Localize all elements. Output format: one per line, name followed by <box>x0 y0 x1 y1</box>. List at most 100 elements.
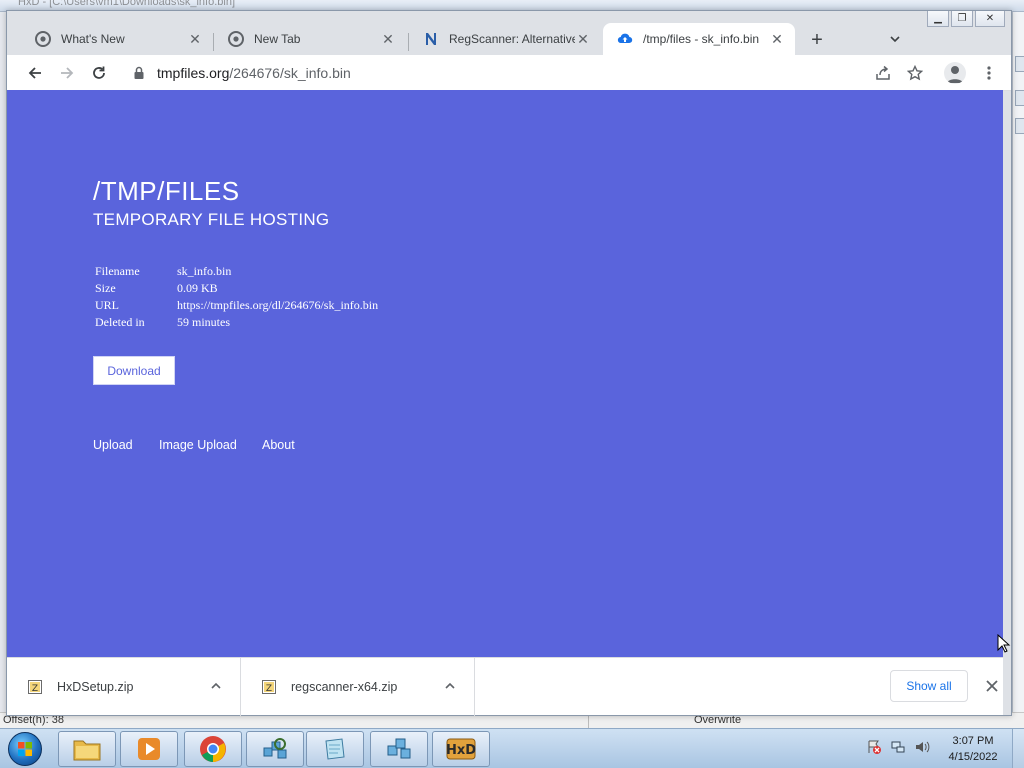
system-tray <box>866 739 930 760</box>
chrome-icon <box>228 31 244 47</box>
chrome-icon <box>35 31 51 47</box>
tab-title: What's New <box>61 32 125 46</box>
network-icon[interactable] <box>890 739 906 760</box>
show-all-button[interactable]: Show all <box>890 670 968 702</box>
clock-time: 3:07 PM <box>952 735 994 747</box>
url-host: tmpfiles.org <box>157 65 230 81</box>
taskbar-explorer[interactable] <box>58 731 116 767</box>
taskbar-notepad[interactable] <box>306 731 364 767</box>
profile-button[interactable] <box>943 61 967 85</box>
chevron-up-icon[interactable] <box>204 680 228 695</box>
background-toolbar-stub <box>1015 56 1024 72</box>
forward-arrow-icon <box>61 67 74 79</box>
table-row: Deleted in 59 minutes <box>95 314 378 331</box>
tab-close-icon[interactable]: ✕ <box>575 31 591 48</box>
tab-close-icon[interactable]: ✕ <box>187 31 203 48</box>
background-window-right-edge <box>1012 12 1024 718</box>
tab-title: /tmp/files - sk_info.bin <box>643 32 760 46</box>
show-desktop-button[interactable] <box>1012 729 1024 768</box>
close-shelf-button[interactable] <box>981 675 1003 697</box>
file-url-value[interactable]: https://tmpfiles.org/dl/264676/sk_info.b… <box>177 297 378 314</box>
svg-text:Z: Z <box>266 684 272 694</box>
page-title: /TMP/FILES <box>93 176 240 206</box>
file-info-key: Deleted in <box>95 315 145 329</box>
taskbar-media-player[interactable] <box>120 731 178 767</box>
file-info-table: Filename sk_info.bin Size 0.09 KB URL ht… <box>95 263 378 331</box>
tab-tmpfiles[interactable]: /tmp/files - sk_info.bin ✕ <box>603 23 795 55</box>
nav-link-upload[interactable]: Upload <box>93 438 133 452</box>
close-icon <box>986 680 998 692</box>
lock-icon <box>134 66 144 79</box>
svg-text:HxD: HxD <box>446 743 476 758</box>
clock-date: 4/15/2022 <box>948 751 998 763</box>
star-icon <box>907 65 923 81</box>
file-info-key: Size <box>95 281 116 295</box>
download-item-regscanner[interactable]: Z regscanner-x64.zip <box>241 658 475 716</box>
tab-close-icon[interactable]: ✕ <box>380 31 396 48</box>
zip-file-icon: Z <box>262 680 276 694</box>
status-divider <box>588 714 589 728</box>
folder-icon <box>73 740 101 761</box>
nav-link-image-upload[interactable]: Image Upload <box>159 438 237 452</box>
regscanner-icon <box>263 738 287 759</box>
tab-whats-new[interactable]: What's New ✕ <box>21 23 213 55</box>
table-row: Size 0.09 KB <box>95 280 378 297</box>
background-toolbar-stub <box>1015 118 1024 134</box>
downloads-shelf: Z HxDSetup.zip Z regscanner-x64.zip Show… <box>7 657 1003 716</box>
back-button[interactable] <box>23 61 47 85</box>
background-window-title: HxD - [C:\Users\vm1\Downloads\sk_info.bi… <box>18 0 236 8</box>
address-bar[interactable]: tmpfiles.org/264676/sk_info.bin <box>121 59 921 87</box>
tab-close-icon[interactable]: ✕ <box>769 31 785 48</box>
menu-button[interactable] <box>977 61 1001 85</box>
file-info-key: URL <box>95 298 119 312</box>
tab-regscanner[interactable]: RegScanner: Alternative ✕ <box>409 23 601 55</box>
download-filename: HxDSetup.zip <box>57 680 134 694</box>
chevron-down-icon <box>890 36 900 43</box>
reload-button[interactable] <box>87 61 111 85</box>
svg-text:Z: Z <box>32 684 38 694</box>
table-row: Filename sk_info.bin <box>95 263 378 280</box>
new-tab-button[interactable]: + <box>805 29 829 53</box>
share-button[interactable] <box>871 61 895 85</box>
hxd-icon: HxD <box>446 738 476 760</box>
action-center-flag-icon[interactable] <box>866 739 882 760</box>
regscanner-icon <box>423 31 439 47</box>
avatar-icon <box>944 62 966 84</box>
back-arrow-icon <box>28 67 41 79</box>
taskbar-hxd[interactable]: HxD <box>432 731 490 767</box>
nav-link-about[interactable]: About <box>262 438 295 452</box>
taskbar: HxD 3:07 PM 4/15/2022 <box>0 728 1024 768</box>
tab-title: New Tab <box>254 32 301 46</box>
background-toolbar-stub <box>1015 90 1024 106</box>
download-item-hxdsetup[interactable]: Z HxDSetup.zip <box>7 658 241 716</box>
bookmark-button[interactable] <box>903 61 927 85</box>
download-button[interactable]: Download <box>93 356 175 385</box>
chrome-icon <box>200 736 226 762</box>
taskbar-chrome[interactable] <box>184 731 242 767</box>
download-filename: regscanner-x64.zip <box>291 680 398 694</box>
tab-strip: What's New ✕ New Tab ✕ RegScanner: Alter… <box>7 19 1011 55</box>
file-info-value: 59 minutes <box>177 315 230 329</box>
tab-new-tab[interactable]: New Tab ✕ <box>214 23 406 55</box>
windows-logo-icon <box>8 732 42 766</box>
start-button[interactable] <box>5 731 45 767</box>
share-icon <box>876 65 890 80</box>
file-info-value: sk_info.bin <box>177 264 232 278</box>
media-player-icon <box>138 738 160 760</box>
taskbar-regedit[interactable] <box>370 731 428 767</box>
table-row: URL https://tmpfiles.org/dl/264676/sk_in… <box>95 297 378 314</box>
tab-search-button[interactable] <box>883 29 907 53</box>
taskbar-regscanner[interactable] <box>246 731 304 767</box>
forward-button[interactable] <box>55 61 79 85</box>
browser-toolbar: tmpfiles.org/264676/sk_info.bin <box>7 55 1011 91</box>
taskbar-clock[interactable]: 3:07 PM 4/15/2022 <box>940 733 1006 765</box>
file-info-key: Filename <box>95 264 140 278</box>
zip-file-icon: Z <box>28 680 42 694</box>
mouse-cursor-icon <box>997 634 1011 653</box>
url-path: /264676/sk_info.bin <box>229 65 351 81</box>
cloud-upload-icon <box>617 31 633 47</box>
volume-icon[interactable] <box>914 739 930 760</box>
more-vert-icon <box>987 66 991 80</box>
chevron-up-icon[interactable] <box>438 680 462 695</box>
url-text: tmpfiles.org/264676/sk_info.bin <box>157 65 351 81</box>
